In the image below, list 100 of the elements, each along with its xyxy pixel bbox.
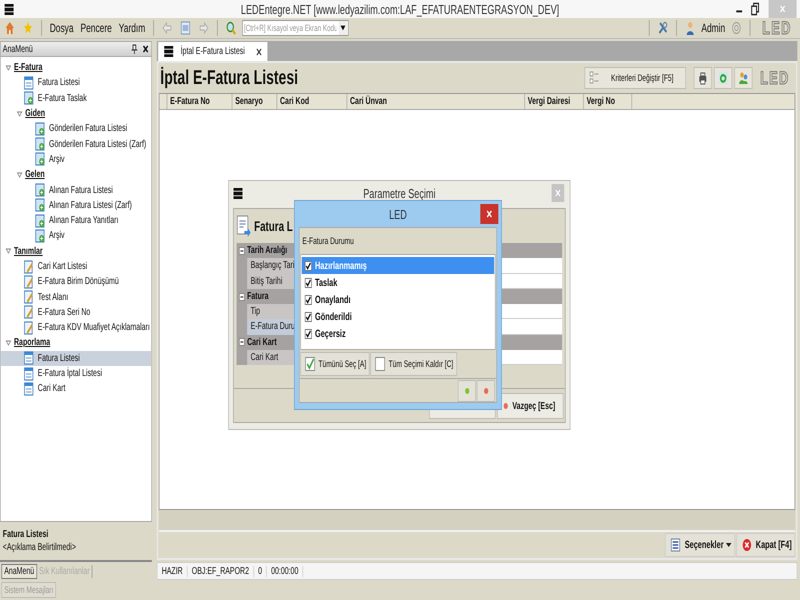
document-pencil-icon <box>22 274 36 289</box>
close-icon[interactable] <box>254 48 263 56</box>
document-pencil-icon <box>22 260 36 274</box>
tree-item[interactable]: Alınan Fatura Yanıtları <box>0 212 152 228</box>
tree-item[interactable]: E-Fatura KDV Muafiyet Açıklamaları <box>0 320 152 336</box>
category-label[interactable]: Cari Kart <box>247 336 277 348</box>
document-pencil-icon <box>22 290 36 304</box>
menu-item[interactable]: Pencere <box>79 21 114 35</box>
logo: LED <box>761 18 793 38</box>
category-label[interactable]: Fatura <box>247 291 268 302</box>
category-label[interactable]: Tarih Aralığı <box>247 245 288 256</box>
dot-icon <box>463 386 471 394</box>
tree-item[interactable]: E-Fatura Seri No <box>0 304 152 320</box>
field-label: E-Fatura Durumu <box>301 235 355 249</box>
column-header[interactable]: Senaryo <box>232 94 278 109</box>
tree-item[interactable]: Arşiv <box>0 152 152 168</box>
checkbox[interactable] <box>304 260 313 270</box>
options-button[interactable]: Seçenekler <box>665 533 735 557</box>
select-all-button[interactable]: Tümünü Seç [A] <box>300 352 370 376</box>
pin-icon[interactable] <box>130 44 138 54</box>
description-text: <Açıklama Belirtilmedi> <box>2 542 77 553</box>
collapse-icon[interactable] <box>238 246 246 255</box>
tree-item[interactable]: Tanımlar <box>0 244 152 259</box>
checkbox[interactable] <box>304 278 313 288</box>
column-header[interactable]: Cari Ünvan <box>347 94 525 109</box>
dropdown-icon[interactable] <box>338 21 348 35</box>
document-pencil-icon <box>22 305 36 320</box>
close-icon[interactable] <box>142 44 150 54</box>
tree-item[interactable]: Gönderilen Fatura Listesi <box>0 121 152 136</box>
checkbox[interactable] <box>304 294 313 304</box>
cancel-button[interactable]: Vazgeç [Esc] <box>497 393 564 419</box>
window-title: LEDEntegre.NET [www.ledyazilim.com:LAF_EFATURAENTEGRASYON_DEV] <box>240 2 560 16</box>
tree-item[interactable]: E-Fatura <box>0 60 152 76</box>
checkbox[interactable] <box>304 312 313 322</box>
list-window-icon <box>22 76 36 90</box>
page-title: İptal E-Fatura Listesi <box>159 66 298 90</box>
tree-item[interactable]: Cari Kart Listesi <box>0 258 152 274</box>
column-header[interactable]: Vergi No <box>584 94 632 109</box>
status-text: HAZIR <box>158 566 188 576</box>
list-window-icon <box>22 351 36 366</box>
tree-item[interactable]: E-Fatura Taslak <box>0 90 152 106</box>
dot-icon <box>482 386 490 394</box>
list-icon <box>668 538 683 552</box>
document-add-icon <box>32 214 47 228</box>
close-button[interactable]: Kapat [F4] <box>736 533 796 557</box>
tree-item[interactable]: E-Fatura İptal Listesi <box>0 366 152 382</box>
window-icon[interactable] <box>178 21 192 35</box>
close-circle-icon <box>740 538 754 552</box>
search-icon[interactable] <box>224 21 238 35</box>
collapse-icon[interactable] <box>238 338 246 346</box>
tree-item[interactable]: Gelen <box>0 167 152 182</box>
column-header[interactable]: Cari Kod <box>277 94 348 109</box>
tree-item[interactable]: Fatura Listesi <box>0 75 152 91</box>
tree-item[interactable]: Test Alanı <box>0 289 152 305</box>
tree-item[interactable]: Alınan Fatura Listesi <box>0 182 152 198</box>
expander-icon[interactable] <box>16 170 24 179</box>
cancel-button[interactable] <box>476 380 495 402</box>
collapse-icon[interactable] <box>238 292 246 301</box>
tree-item[interactable]: Arşiv <box>0 228 152 244</box>
document-pencil-icon <box>22 320 36 335</box>
print-button[interactable] <box>694 67 712 89</box>
restore-icon[interactable] <box>750 2 760 16</box>
document-tab[interactable]: İptal E-Fatura Listesi <box>158 42 268 61</box>
tree-item[interactable]: Cari Kart <box>0 381 152 397</box>
list-window-icon <box>22 366 36 381</box>
dot-icon <box>502 402 510 410</box>
info-icon[interactable] <box>729 21 744 35</box>
expander-icon[interactable] <box>4 64 12 72</box>
expander-icon[interactable] <box>4 247 12 256</box>
app-icon <box>2 4 16 14</box>
checkbox[interactable] <box>304 328 313 338</box>
tree-item[interactable]: E-Fatura Birim Dönüşümü <box>0 274 152 290</box>
users-button[interactable] <box>734 67 752 89</box>
check-icon <box>304 357 316 371</box>
status-text: OBJ:EF_RAPOR2 <box>188 566 254 576</box>
column-header[interactable]: E-Fatura No <box>167 94 232 109</box>
dialog-title: LED <box>389 206 407 222</box>
document-add-icon <box>32 228 47 243</box>
tree-item[interactable]: Alınan Fatura Listesi (Zarf) <box>0 198 152 213</box>
column-header[interactable]: Vergi Dairesi <box>525 94 584 109</box>
tree-item[interactable]: Fatura Listesi <box>0 350 152 366</box>
panel-tab[interactable]: AnaMenü <box>1 564 37 578</box>
clear-selection-button[interactable]: Tüm Seçimi Kaldır [C] <box>370 352 457 376</box>
document-add-icon <box>32 183 47 198</box>
tree-item[interactable]: Giden <box>0 106 152 122</box>
document-arrow-icon <box>234 215 253 237</box>
expander-icon[interactable] <box>16 110 24 118</box>
criteria-button[interactable]: Kriterleri Değiştir [F5] <box>584 67 686 89</box>
list-window-icon <box>22 382 36 396</box>
panel-title: AnaMenü <box>2 44 34 54</box>
tree-item[interactable]: Gönderilen Fatura Listesi (Zarf) <box>0 136 152 152</box>
menu-item[interactable]: Dosya <box>48 21 75 35</box>
document-add-icon <box>32 152 47 166</box>
star-icon[interactable] <box>21 21 35 35</box>
menu-item[interactable]: Yardım <box>117 21 147 35</box>
description-title: Fatura Listesi <box>2 529 50 540</box>
document-add-icon <box>32 122 47 136</box>
tree-item[interactable]: Raporlama <box>0 335 152 351</box>
expander-icon[interactable] <box>4 338 12 347</box>
user-name[interactable]: Admin <box>701 21 726 35</box>
